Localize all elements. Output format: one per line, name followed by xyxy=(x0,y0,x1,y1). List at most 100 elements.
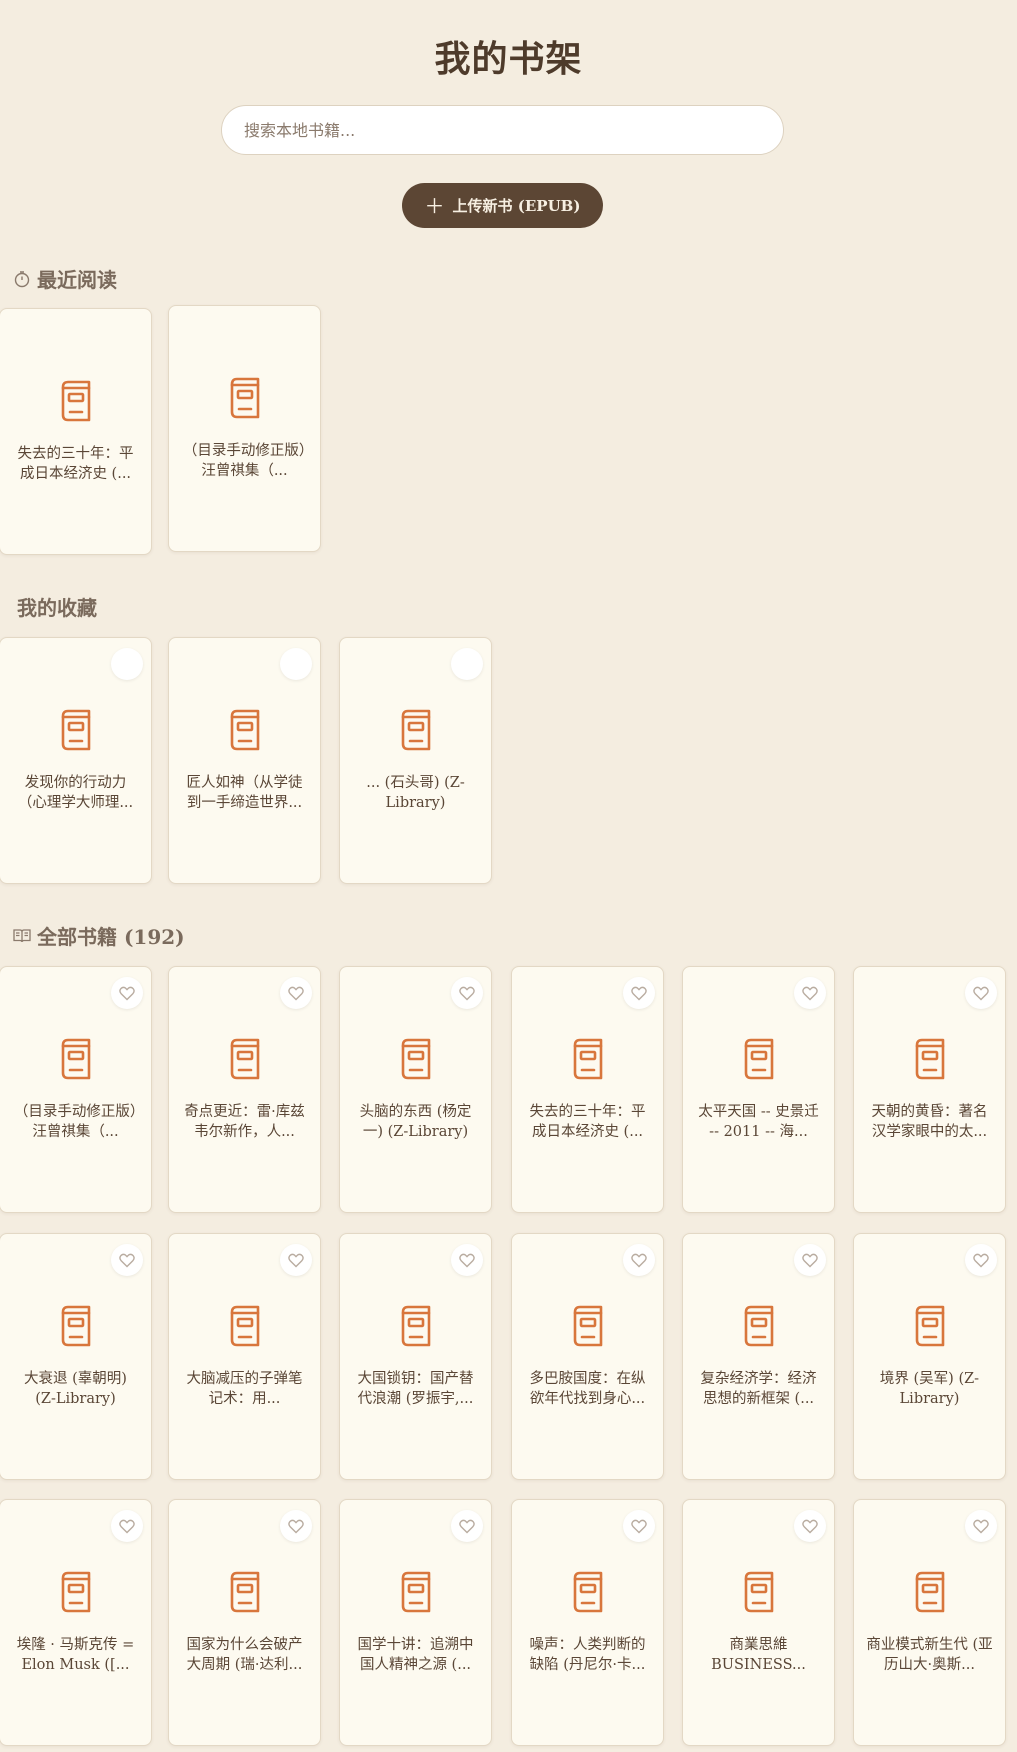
book-cover-icon xyxy=(227,1570,263,1618)
heart-icon xyxy=(631,986,647,1000)
favorite-button[interactable] xyxy=(451,1244,483,1276)
favorite-button[interactable] xyxy=(280,648,312,680)
book-card[interactable]: 发现你的行动力（心理学大师理... xyxy=(0,637,152,884)
book-title: 天朝的黄昏：著名汉学家眼中的太... xyxy=(871,1104,988,1140)
search-input[interactable] xyxy=(221,105,784,155)
heart-icon xyxy=(288,1253,304,1267)
heart-icon xyxy=(802,1253,818,1267)
favorite-button[interactable] xyxy=(111,1244,143,1276)
book-card[interactable]: 太平天国 -- 史景迁 -- 2011 -- 海... xyxy=(682,966,835,1213)
plus-icon: ＋ xyxy=(424,193,445,218)
favorite-button[interactable] xyxy=(280,1510,312,1542)
page-title: 我的书架 xyxy=(434,38,583,80)
book-card[interactable]: 国家为什么会破产 大周期 (瑞·达利... xyxy=(168,1499,321,1746)
book-title: 噪声：人类判断的缺陷 (丹尼尔·卡... xyxy=(529,1637,646,1673)
favorite-button[interactable] xyxy=(794,1244,826,1276)
all-books-section-title: 全部书籍 (192) xyxy=(13,921,185,950)
book-card[interactable]: 商业模式新生代 (亚历山大·奥斯... xyxy=(853,1499,1006,1746)
book-title: 大脑减压的子弹笔记术：用... xyxy=(186,1371,303,1407)
book-cover-icon xyxy=(741,1570,777,1618)
book-cover-icon xyxy=(227,1037,263,1085)
book-title: 大衰退 (辜朝明) (Z-Library) xyxy=(24,1371,127,1407)
favorite-button[interactable] xyxy=(794,977,826,1009)
heart-icon xyxy=(288,1519,304,1533)
book-card[interactable]: 埃隆 · 马斯克传 = Elon Musk ([... xyxy=(0,1499,152,1746)
book-title: 商業思維 BUSINESS... xyxy=(711,1637,806,1673)
book-title: 国学十讲：追溯中国人精神之源 (... xyxy=(357,1637,474,1673)
heart-icon xyxy=(973,986,989,1000)
book-cover-icon xyxy=(570,1570,606,1618)
book-title: 头脑的东西 (杨定一) (Z-Library) xyxy=(359,1104,472,1140)
book-card[interactable]: 大国锁钥：国产替代浪潮 (罗振宇,... xyxy=(339,1233,492,1480)
book-card[interactable]: 奇点更近：雷·库兹韦尔新作，人... xyxy=(168,966,321,1213)
book-title: （目录手动修正版）汪曾祺集（... xyxy=(182,443,307,479)
book-title: 多巴胺国度：在纵欲年代找到身心... xyxy=(529,1371,646,1407)
favorite-button[interactable] xyxy=(965,1510,997,1542)
book-cover-icon xyxy=(398,1037,434,1085)
heart-icon xyxy=(459,986,475,1000)
favorite-button[interactable] xyxy=(965,1244,997,1276)
book-card[interactable]: 大衰退 (辜朝明) (Z-Library) xyxy=(0,1233,152,1480)
favorite-button[interactable] xyxy=(623,1510,655,1542)
favorites-section-label: 我的收藏 xyxy=(17,596,97,620)
favorite-button[interactable] xyxy=(623,977,655,1009)
book-title: （目录手动修正版）汪曾祺集（... xyxy=(13,1104,138,1140)
favorite-button[interactable] xyxy=(111,1510,143,1542)
upload-epub-button[interactable]: ＋ 上传新书 (EPUB) xyxy=(402,183,603,228)
heart-icon xyxy=(288,986,304,1000)
book-cover-icon xyxy=(570,1304,606,1352)
book-cover-icon xyxy=(912,1304,948,1352)
book-title: 失去的三十年：平成日本经济史 (... xyxy=(529,1104,646,1140)
book-cover-icon xyxy=(58,1304,94,1352)
book-cover-icon xyxy=(227,1304,263,1352)
book-cover-icon xyxy=(58,708,94,756)
book-card[interactable]: 噪声：人类判断的缺陷 (丹尼尔·卡... xyxy=(511,1499,664,1746)
book-card[interactable]: 匠人如神（从学徒到一手缔造世界... xyxy=(168,637,321,884)
heart-icon xyxy=(631,1253,647,1267)
book-card[interactable]: 失去的三十年：平成日本经济史 (... xyxy=(0,308,152,555)
favorite-button[interactable] xyxy=(965,977,997,1009)
book-title: 大国锁钥：国产替代浪潮 (罗振宇,... xyxy=(357,1371,474,1407)
book-card[interactable]: （目录手动修正版）汪曾祺集（... xyxy=(0,966,152,1213)
heart-icon xyxy=(459,1519,475,1533)
favorites-section-title: 我的收藏 xyxy=(17,592,97,621)
book-card[interactable]: 天朝的黄昏：著名汉学家眼中的太... xyxy=(853,966,1006,1213)
favorite-button[interactable] xyxy=(794,1510,826,1542)
heart-icon xyxy=(119,1253,135,1267)
heart-icon xyxy=(973,1253,989,1267)
book-title: 失去的三十年：平成日本经济史 (... xyxy=(17,446,134,482)
book-open-icon xyxy=(13,928,31,944)
upload-button-label: 上传新书 (EPUB) xyxy=(452,197,581,215)
favorite-button[interactable] xyxy=(451,1510,483,1542)
heart-icon xyxy=(631,1519,647,1533)
book-card[interactable]: 国学十讲：追溯中国人精神之源 (... xyxy=(339,1499,492,1746)
book-cover-icon xyxy=(227,708,263,756)
favorite-button[interactable] xyxy=(111,977,143,1009)
favorite-button[interactable] xyxy=(280,977,312,1009)
favorite-button[interactable] xyxy=(111,648,143,680)
favorite-button[interactable] xyxy=(280,1244,312,1276)
book-card[interactable]: ... (石头哥) (Z-Library) xyxy=(339,637,492,884)
book-card[interactable]: 商業思維 BUSINESS... xyxy=(682,1499,835,1746)
heart-icon xyxy=(802,986,818,1000)
book-cover-icon xyxy=(570,1037,606,1085)
book-card[interactable]: 复杂经济学：经济思想的新框架 (... xyxy=(682,1233,835,1480)
book-title: 境界 (吴军) (Z-Library) xyxy=(879,1371,980,1407)
book-title: 奇点更近：雷·库兹韦尔新作，人... xyxy=(184,1104,305,1140)
book-card[interactable]: 境界 (吴军) (Z-Library) xyxy=(853,1233,1006,1480)
heart-icon xyxy=(119,1519,135,1533)
all-books-section-label: 全部书籍 (192) xyxy=(37,925,185,949)
book-title: 匠人如神（从学徒到一手缔造世界... xyxy=(186,775,303,811)
book-cover-icon xyxy=(58,1037,94,1085)
book-card[interactable]: 多巴胺国度：在纵欲年代找到身心... xyxy=(511,1233,664,1480)
heart-icon xyxy=(802,1519,818,1533)
book-card[interactable]: 失去的三十年：平成日本经济史 (... xyxy=(511,966,664,1213)
book-title: 发现你的行动力（心理学大师理... xyxy=(17,775,134,811)
book-card[interactable]: 大脑减压的子弹笔记术：用... xyxy=(168,1233,321,1480)
timer-icon xyxy=(13,270,31,288)
book-card[interactable]: 头脑的东西 (杨定一) (Z-Library) xyxy=(339,966,492,1213)
favorite-button[interactable] xyxy=(623,1244,655,1276)
favorite-button[interactable] xyxy=(451,648,483,680)
favorite-button[interactable] xyxy=(451,977,483,1009)
book-card[interactable]: （目录手动修正版）汪曾祺集（... xyxy=(168,305,321,552)
